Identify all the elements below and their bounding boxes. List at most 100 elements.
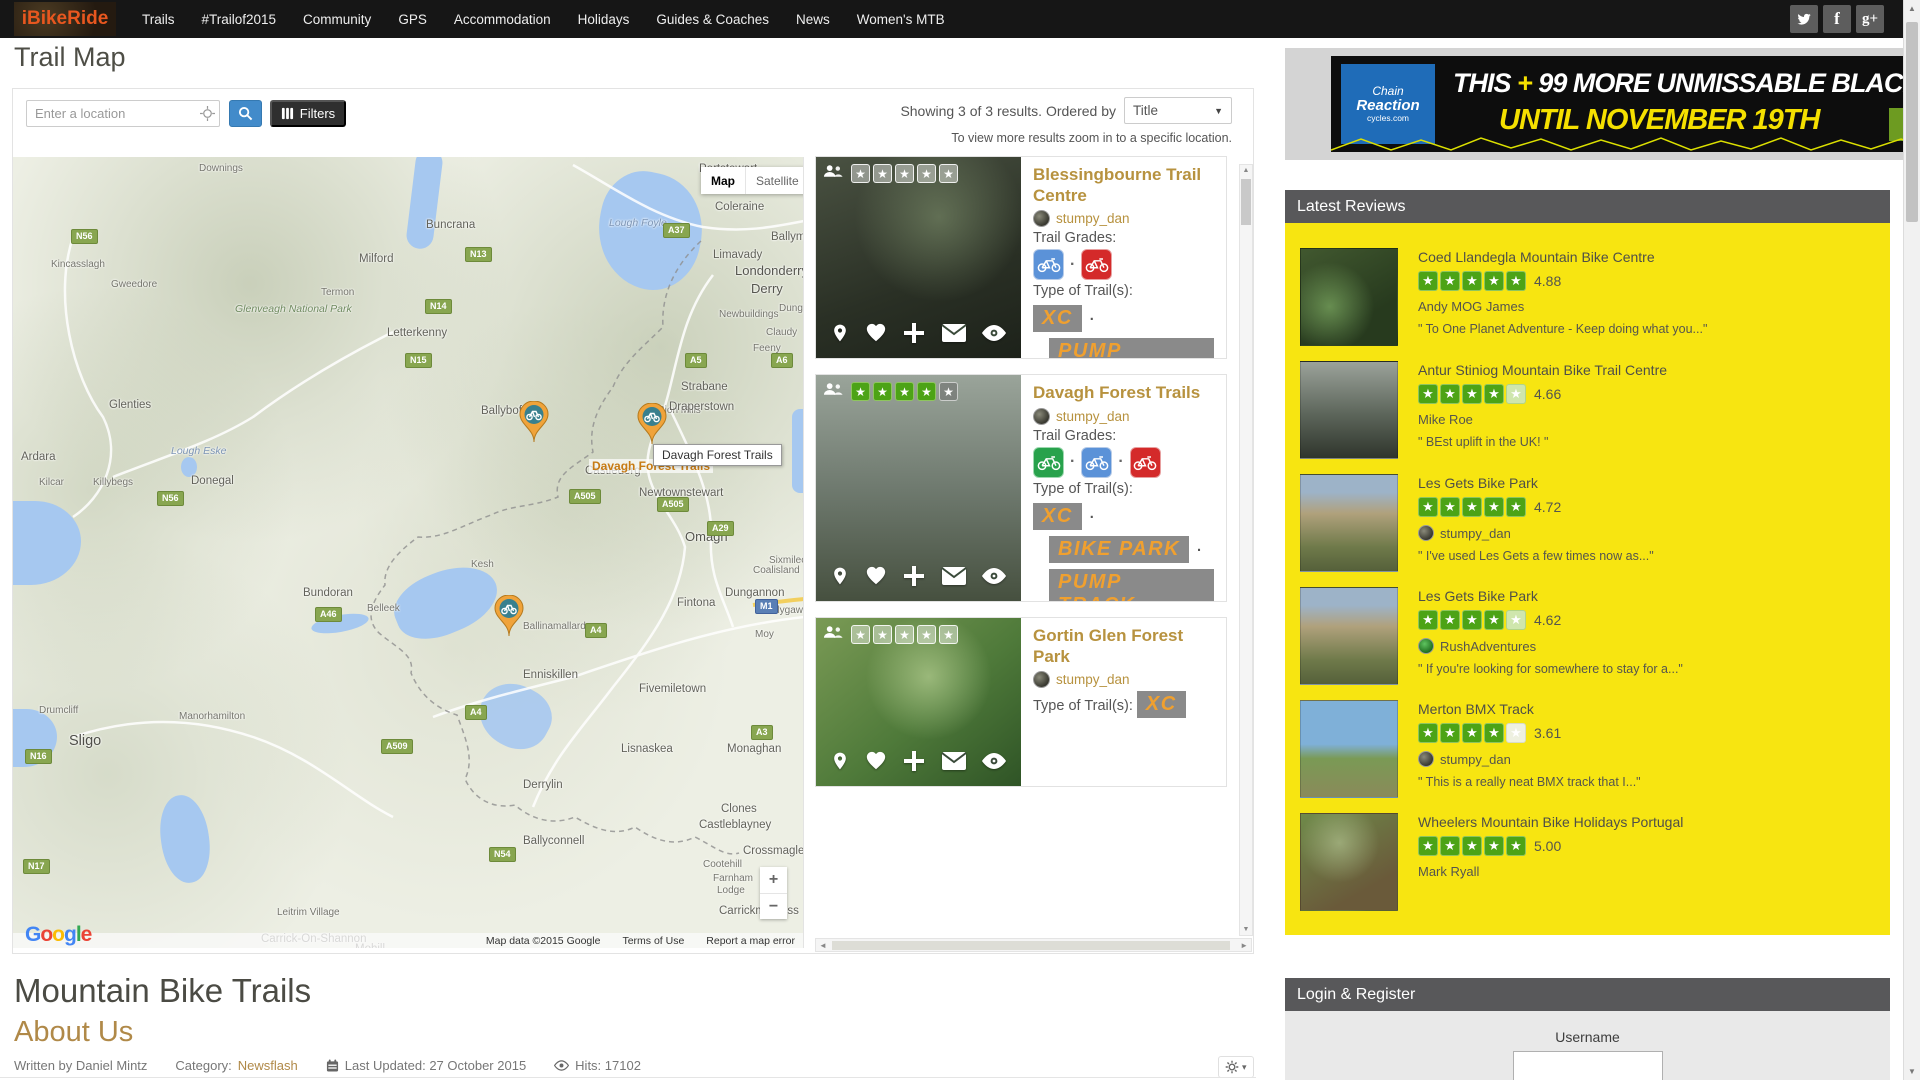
trail-photo[interactable]: ★★★★★ bbox=[816, 618, 1021, 786]
article-subtitle[interactable]: About Us bbox=[14, 1016, 133, 1049]
map-pin-icon[interactable] bbox=[830, 564, 850, 593]
trail-marker-pin[interactable] bbox=[494, 595, 524, 637]
map-pin-icon[interactable] bbox=[830, 749, 850, 778]
google-plus-icon[interactable]: g+ bbox=[1856, 5, 1884, 33]
nav-item[interactable]: Women's MTB bbox=[857, 12, 945, 27]
crosshair-icon[interactable] bbox=[200, 106, 215, 126]
scrollbar-thumb[interactable] bbox=[1241, 179, 1251, 225]
add-icon[interactable] bbox=[902, 749, 926, 778]
results-horizontal-scrollbar[interactable]: ◄ ► bbox=[815, 938, 1252, 952]
trail-marker-pin[interactable] bbox=[637, 403, 667, 445]
location-search-input[interactable] bbox=[26, 100, 220, 127]
trail-photo[interactable]: ★★★★★ bbox=[816, 375, 1021, 601]
zoom-in-button[interactable]: + bbox=[760, 867, 787, 893]
nav-item[interactable]: Guides & Coaches bbox=[656, 12, 769, 27]
search-button[interactable] bbox=[229, 100, 262, 127]
scroll-down-icon[interactable]: ▼ bbox=[1904, 1067, 1920, 1076]
review-photo[interactable] bbox=[1300, 361, 1398, 459]
nav-item[interactable]: GPS bbox=[398, 12, 427, 27]
ad-banner[interactable]: Chain Reaction cycles.com THIS + 99 MORE… bbox=[1331, 56, 1903, 152]
map-pin-icon[interactable] bbox=[830, 321, 850, 350]
nav-item[interactable]: Trails bbox=[142, 12, 175, 27]
category-link[interactable]: Newsflash bbox=[238, 1058, 298, 1073]
nav-item[interactable]: Holidays bbox=[578, 12, 630, 27]
filters-button[interactable]: Filters bbox=[270, 100, 346, 127]
map-canvas[interactable]: DowningsPortstewartColeraineBallymoneyBu… bbox=[13, 157, 804, 948]
trail-author[interactable]: stumpy_dan bbox=[1033, 671, 1214, 688]
terms-of-use-link[interactable]: Terms of Use bbox=[622, 935, 684, 947]
favourite-icon[interactable] bbox=[864, 322, 888, 349]
favourite-icon[interactable] bbox=[864, 565, 888, 592]
views-icon[interactable] bbox=[981, 752, 1007, 775]
nav-item[interactable]: #Trailof2015 bbox=[202, 12, 277, 27]
trail-author[interactable]: stumpy_dan bbox=[1033, 408, 1214, 425]
scroll-down-icon[interactable]: ▼ bbox=[1240, 926, 1252, 933]
twitter-icon[interactable] bbox=[1790, 5, 1818, 33]
email-icon[interactable] bbox=[941, 751, 967, 776]
views-icon[interactable] bbox=[981, 567, 1007, 590]
scroll-left-icon[interactable]: ◄ bbox=[819, 941, 827, 950]
username-field[interactable] bbox=[1513, 1051, 1663, 1080]
scrollbar-thumb[interactable] bbox=[1906, 22, 1918, 222]
login-form: Username bbox=[1285, 1011, 1890, 1080]
review-photo[interactable] bbox=[1300, 587, 1398, 685]
zoom-out-button[interactable]: − bbox=[760, 893, 787, 919]
favourite-icon[interactable] bbox=[864, 750, 888, 777]
trail-title[interactable]: Gortin Glen Forest Park bbox=[1033, 626, 1214, 667]
results-vertical-scrollbar[interactable]: ▲ ▼ bbox=[1239, 164, 1253, 936]
scroll-up-icon[interactable]: ▲ bbox=[1904, 4, 1920, 13]
scrollbar-thumb[interactable] bbox=[832, 941, 1230, 950]
trail-types-label: Type of Trail(s): bbox=[1033, 481, 1133, 497]
map-town-label: Lough Foyle bbox=[609, 217, 667, 229]
review-title[interactable]: Antur Stiniog Mountain Bike Trail Centre bbox=[1418, 362, 1667, 378]
add-icon[interactable] bbox=[902, 321, 926, 350]
article-tools-dropdown[interactable]: ▾ bbox=[1218, 1056, 1254, 1078]
trail-photo[interactable]: ★★★★★ bbox=[816, 157, 1021, 358]
review-photo[interactable] bbox=[1300, 474, 1398, 572]
review-title[interactable]: Merton BMX Track bbox=[1418, 701, 1641, 717]
nav-item[interactable]: Accommodation bbox=[454, 12, 551, 27]
email-icon[interactable] bbox=[941, 323, 967, 348]
report-map-error-link[interactable]: Report a map error bbox=[706, 935, 795, 947]
order-by-select[interactable]: Title ▼ bbox=[1124, 97, 1232, 124]
nav-item[interactable]: Community bbox=[303, 12, 371, 27]
facebook-icon[interactable]: f bbox=[1823, 5, 1851, 33]
avatar bbox=[1418, 751, 1434, 767]
rating-value: 4.88 bbox=[1534, 273, 1561, 289]
review-title[interactable]: Coed Llandegla Mountain Bike Centre bbox=[1418, 249, 1707, 265]
trail-card-info: Blessingbourne Trail Centre stumpy_dan T… bbox=[1021, 157, 1226, 358]
site-logo[interactable]: iBikeRide bbox=[14, 2, 116, 36]
people-icon bbox=[823, 164, 844, 183]
google-logo[interactable]: Google bbox=[25, 923, 91, 947]
review-author: Mike Roe bbox=[1418, 412, 1667, 427]
road-badge: A5 bbox=[685, 353, 707, 368]
review-rating: ★★★★★ 4.66 bbox=[1418, 384, 1667, 404]
scroll-right-icon[interactable]: ► bbox=[1240, 941, 1248, 950]
views-icon[interactable] bbox=[981, 324, 1007, 347]
map-type-map-button[interactable]: Map bbox=[701, 167, 745, 194]
nav-item[interactable]: News bbox=[796, 12, 830, 27]
review-photo[interactable] bbox=[1300, 248, 1398, 346]
map-type-satellite-button[interactable]: Satellite bbox=[745, 167, 804, 194]
trail-author[interactable]: stumpy_dan bbox=[1033, 210, 1214, 227]
latest-reviews-list: Coed Llandegla Mountain Bike Centre ★★★★… bbox=[1285, 223, 1890, 935]
trail-title[interactable]: Blessingbourne Trail Centre bbox=[1033, 165, 1214, 206]
trail-title[interactable]: Davagh Forest Trails bbox=[1033, 383, 1214, 404]
add-icon[interactable] bbox=[902, 564, 926, 593]
map-town-label: Lisnaskea bbox=[621, 743, 673, 755]
review-title[interactable]: Wheelers Mountain Bike Holidays Portugal bbox=[1418, 814, 1683, 830]
review-title[interactable]: Les Gets Bike Park bbox=[1418, 588, 1683, 604]
scroll-up-icon[interactable]: ▲ bbox=[1240, 167, 1252, 174]
review-title[interactable]: Les Gets Bike Park bbox=[1418, 475, 1654, 491]
avatar bbox=[1418, 638, 1434, 654]
email-icon[interactable] bbox=[941, 566, 967, 591]
review-author: stumpy_dan bbox=[1418, 751, 1641, 767]
page-scrollbar[interactable]: ▲ ▼ bbox=[1903, 0, 1920, 1080]
review-author: stumpy_dan bbox=[1418, 525, 1654, 541]
ad-subheadline: UNTIL NOVEMBER 19TH bbox=[1499, 104, 1819, 137]
trail-type-badge: XC bbox=[1033, 503, 1082, 530]
review-photo[interactable] bbox=[1300, 700, 1398, 798]
road-badge: A505 bbox=[569, 489, 601, 504]
trail-marker-pin[interactable] bbox=[519, 401, 549, 443]
review-photo[interactable] bbox=[1300, 813, 1398, 911]
